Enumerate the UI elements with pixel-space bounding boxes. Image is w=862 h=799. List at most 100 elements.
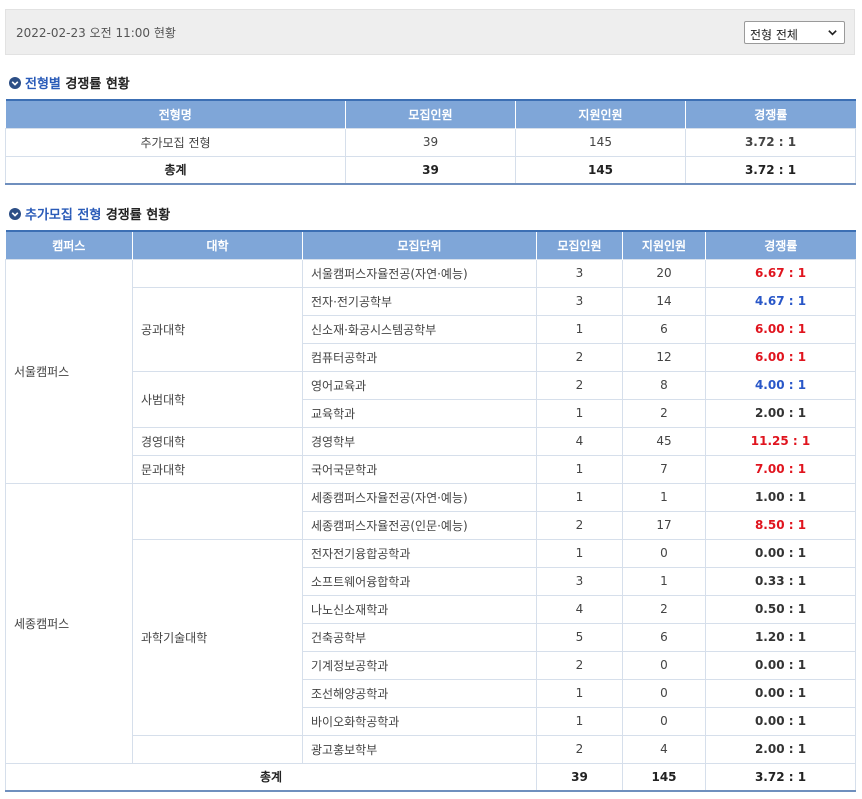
cell-applicants: 17	[622, 510, 706, 540]
cell-college	[132, 258, 303, 288]
cell-applicants: 2	[622, 594, 706, 624]
table-row: 서울캠퍼스 서울캠퍼스자율전공(자연·예능) 3 20 6.67 : 1	[5, 258, 856, 484]
cell-ratio: 1.20 : 1	[705, 622, 856, 652]
cell-quota: 3	[536, 286, 623, 316]
cell-ratio: 3.72 : 1	[685, 127, 856, 157]
table-header-row: 전형명 모집인원 지원인원 경쟁률	[5, 100, 856, 128]
type-summary-table: 전형명 모집인원 지원인원 경쟁률 추가모집 전형 39 145 3.72 : …	[5, 99, 856, 185]
cell-quota: 1	[536, 314, 623, 344]
cell-applicants: 1	[622, 566, 706, 596]
cell-unit: 컴퓨터공학과	[302, 342, 537, 372]
cell-ratio: 8.50 : 1	[705, 510, 856, 540]
cell-applicants: 14	[622, 286, 706, 316]
cell-campus: 세종캠퍼스	[5, 482, 133, 764]
cell-ratio: 4.67 : 1	[705, 286, 856, 316]
admission-type-select[interactable]: 전형 전체	[744, 21, 845, 44]
cell-ratio: 1.00 : 1	[705, 482, 856, 512]
cell-total-quota: 39	[536, 762, 623, 792]
cell-applicants: 45	[622, 426, 706, 456]
cell-ratio: 0.50 : 1	[705, 594, 856, 624]
cell-quota: 1	[536, 678, 623, 708]
cell-ratio: 0.00 : 1	[705, 650, 856, 680]
cell-quota: 5	[536, 622, 623, 652]
col-header-quota: 모집인원	[345, 100, 516, 128]
col-header-unit: 모집단위	[302, 231, 537, 259]
cell-quota: 3	[536, 258, 623, 288]
cell-quota: 2	[536, 342, 623, 372]
section-title-text: 경쟁률 현황	[60, 77, 130, 92]
cell-college	[132, 734, 303, 764]
cell-applicants: 20	[622, 258, 706, 288]
table-row: 광고홍보학부 2 4 2.00 : 1	[6, 734, 856, 764]
section-title-highlight: 추가모집 전형	[25, 208, 102, 223]
cell-applicants: 8	[622, 370, 706, 400]
cell-unit: 서울캠퍼스자율전공(자연·예능)	[302, 258, 537, 288]
cell-total-applicants: 145	[622, 762, 706, 792]
cell-applicants: 7	[622, 454, 706, 484]
table-total-row: 총계 39 145 3.72 : 1	[5, 155, 856, 185]
cell-applicants: 0	[622, 650, 706, 680]
section-title-text: 경쟁률 현황	[101, 208, 171, 223]
cell-applicants: 6	[622, 314, 706, 344]
cell-total-label: 총계	[5, 762, 537, 792]
cell-college	[132, 482, 303, 540]
check-circle-icon	[9, 76, 21, 89]
cell-unit: 영어교육과	[302, 370, 537, 400]
cell-applicants: 0	[622, 538, 706, 568]
cell-ratio: 6.00 : 1	[705, 342, 856, 372]
cell-quota: 39	[345, 127, 516, 157]
cell-college: 공과대학	[132, 286, 303, 372]
table-row: 문과대학 국어국문학과 1 7 7.00 : 1	[6, 454, 856, 484]
cell-unit: 전자전기융합공학과	[302, 538, 537, 568]
table-row: 공과대학 전자·전기공학부 3 14 4.67 : 1	[6, 286, 856, 372]
cell-college: 경영대학	[132, 426, 303, 456]
cell-total-label: 총계	[5, 155, 346, 185]
cell-applicants: 0	[622, 706, 706, 736]
col-header-ratio: 경쟁률	[685, 100, 856, 128]
cell-unit: 조선해양공학과	[302, 678, 537, 708]
cell-quota: 2	[536, 510, 623, 540]
section-title-by-type: 전형별 경쟁률 현황	[9, 73, 130, 92]
col-header-ratio: 경쟁률	[705, 231, 856, 259]
cell-ratio: 0.33 : 1	[705, 566, 856, 596]
cell-applicants: 12	[622, 342, 706, 372]
cell-unit: 바이오화학공학과	[302, 706, 537, 736]
admission-type-select-value: 전형 전체	[750, 28, 798, 42]
cell-college: 문과대학	[132, 454, 303, 484]
status-bar: 2022-02-23 오전 11:00 현황 전형 전체	[5, 9, 855, 55]
cell-college: 과학기술대학	[132, 538, 303, 736]
table-header-row: 캠퍼스 대학 모집단위 모집인원 지원인원 경쟁률	[5, 231, 856, 259]
section-title-highlight: 전형별	[25, 77, 61, 92]
cell-unit: 교육학과	[302, 398, 537, 428]
cell-ratio: 7.00 : 1	[705, 454, 856, 484]
cell-unit: 건축공학부	[302, 622, 537, 652]
cell-unit: 소프트웨어융합학과	[302, 566, 537, 596]
cell-quota: 1	[536, 482, 623, 512]
cell-quota: 4	[536, 426, 623, 456]
cell-ratio: 0.00 : 1	[705, 538, 856, 568]
col-header-applicants: 지원인원	[515, 100, 686, 128]
chevron-down-icon	[828, 30, 837, 36]
col-header-campus: 캠퍼스	[5, 231, 133, 259]
cell-ratio: 4.00 : 1	[705, 370, 856, 400]
cell-unit: 나노신소재학과	[302, 594, 537, 624]
cell-ratio: 11.25 : 1	[705, 426, 856, 456]
cell-unit: 전자·전기공학부	[302, 286, 537, 316]
cell-ratio: 6.67 : 1	[705, 258, 856, 288]
cell-unit: 세종캠퍼스자율전공(인문·예능)	[302, 510, 537, 540]
col-header-college: 대학	[132, 231, 303, 259]
cell-quota: 4	[536, 594, 623, 624]
cell-ratio: 2.00 : 1	[705, 734, 856, 764]
cell-college: 사범대학	[132, 370, 303, 428]
cell-applicants: 4	[622, 734, 706, 764]
cell-unit: 국어국문학과	[302, 454, 537, 484]
check-circle-icon	[9, 207, 21, 220]
cell-unit: 신소재·화공시스템공학부	[302, 314, 537, 344]
cell-ratio: 0.00 : 1	[705, 706, 856, 736]
cell-quota: 2	[536, 370, 623, 400]
table-row: 추가모집 전형 39 145 3.72 : 1	[5, 127, 856, 157]
cell-applicants: 145	[515, 127, 686, 157]
cell-quota: 1	[536, 398, 623, 428]
cell-applicants: 1	[622, 482, 706, 512]
cell-quota: 2	[536, 734, 623, 764]
